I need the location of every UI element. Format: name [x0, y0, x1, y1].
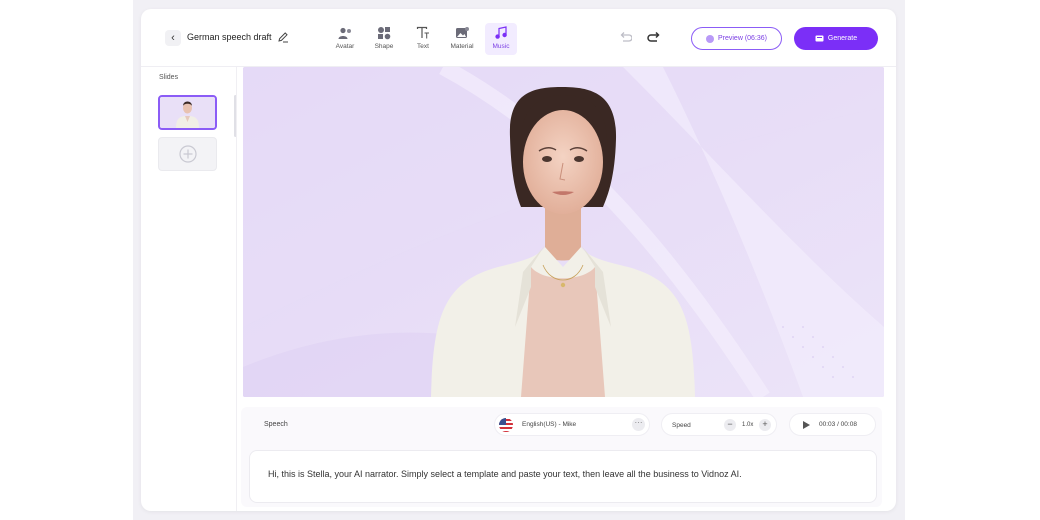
generate-icon [815, 35, 824, 42]
tool-label: Music [492, 43, 510, 50]
speech-heading: Speech [264, 421, 288, 428]
us-flag-icon [499, 417, 513, 432]
image-icon [456, 27, 469, 38]
tool-material[interactable]: Material [446, 23, 478, 55]
tool-avatar[interactable]: Avatar [329, 23, 361, 55]
tool-music[interactable]: Music [485, 23, 517, 55]
tool-label: Avatar [335, 43, 355, 50]
music-note-icon [495, 26, 507, 39]
redo-icon[interactable] [646, 31, 662, 45]
generate-button[interactable]: Generate [794, 27, 878, 50]
tool-label: Material [450, 43, 474, 50]
chevron-left-icon: ‹ [171, 32, 175, 44]
video-canvas[interactable] [243, 67, 884, 397]
preview-button[interactable]: Preview (06:36) [691, 27, 782, 50]
avatar-preview-image [243, 67, 884, 397]
editor-window: ‹ German speech draft Avatar Shape Text … [141, 9, 896, 511]
text-icon [416, 26, 429, 39]
voice-name: English(US) - Mike [522, 421, 577, 428]
project-title[interactable]: German speech draft [187, 32, 272, 42]
slides-panel: Slides [151, 67, 237, 511]
panel-divider [236, 67, 237, 511]
tool-label: Text [417, 43, 429, 50]
pencil-icon[interactable] [277, 31, 289, 43]
speed-label: Speed [672, 422, 691, 429]
speed-value: 1.0x [742, 422, 754, 428]
slides-heading: Slides [159, 74, 179, 81]
preview-label: Preview (06:36) [717, 35, 768, 42]
generate-label: Generate [827, 35, 858, 42]
voice-selector[interactable]: English(US) - Mike ··· [494, 413, 650, 436]
play-circle-icon [705, 34, 714, 43]
slide-thumbnail-image [160, 97, 215, 128]
shape-icon [378, 27, 391, 40]
insert-tools: Avatar Shape Text Material Music [329, 23, 517, 55]
speed-control: Speed − 1.0x + [661, 413, 777, 436]
tool-shape[interactable]: Shape [368, 23, 400, 55]
slide-thumbnail[interactable] [158, 95, 217, 130]
audio-playback-button[interactable]: 00:03 / 00:08 [789, 413, 876, 436]
undo-icon[interactable] [618, 31, 632, 45]
plus-circle-icon [178, 145, 197, 163]
avatar-icon [338, 27, 351, 39]
speed-increase-button[interactable]: + [759, 419, 771, 431]
speech-panel: Speech English(US) - Mike ··· Speed − 1.… [241, 407, 882, 507]
script-textarea[interactable]: Hi, this is Stella, your AI narrator. Si… [249, 450, 877, 503]
playback-time: 00:03 / 00:08 [819, 421, 857, 428]
more-options-icon[interactable]: ··· [632, 418, 645, 431]
tool-label: Shape [374, 43, 394, 50]
add-slide-button[interactable] [158, 137, 217, 171]
top-toolbar: ‹ German speech draft Avatar Shape Text … [141, 9, 896, 67]
speed-decrease-button[interactable]: − [724, 419, 736, 431]
tool-text[interactable]: Text [407, 23, 439, 55]
play-icon [803, 420, 810, 429]
back-button[interactable]: ‹ [165, 30, 181, 46]
